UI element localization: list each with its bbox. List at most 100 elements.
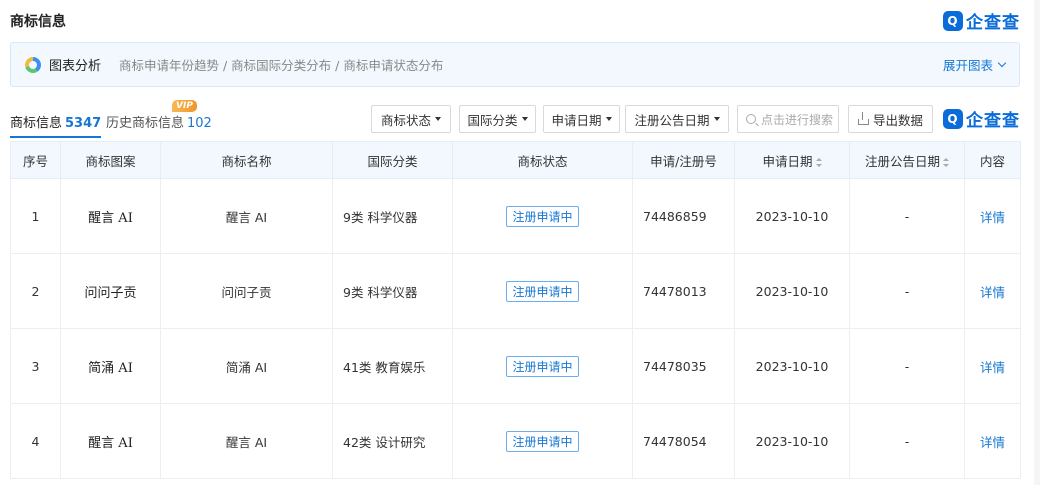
toolbar: 商标信息 5347 历史商标信息 102 VIP 商标状态 国际分类 申请日期 注册…: [10, 100, 1020, 138]
row-no: 3: [10, 328, 61, 404]
filter-international-class-label: 国际分类: [467, 112, 518, 128]
trademark-name: 问问子贡: [160, 253, 333, 329]
application-date: 2023-10-10: [734, 328, 850, 404]
status-badge: 注册申请中: [506, 205, 579, 227]
chevron-down-icon: [997, 58, 1007, 67]
column-header-image: 商标图案: [60, 141, 161, 179]
column-header-no: 序号: [10, 141, 61, 179]
detail-link[interactable]: 详情: [964, 253, 1021, 329]
table-row: 2 问问子贡 问问子贡 9类 科学仪器 注册申请中 74478013 2023-…: [10, 253, 1021, 329]
trademark-status-cell: 注册申请中: [452, 403, 633, 479]
sort-icon: [815, 157, 822, 167]
application-date: 2023-10-10: [734, 403, 850, 479]
filter-international-class[interactable]: 国际分类: [459, 105, 536, 133]
status-badge: 注册申请中: [506, 430, 579, 452]
chart-analysis-panel[interactable]: 图表分析 商标申请年份趋势 / 商标国际分类分布 / 商标申请状态分布 展开图表: [10, 42, 1020, 87]
trademark-status-cell: 注册申请中: [452, 328, 633, 404]
caret-down-icon: [435, 117, 441, 121]
trademark-name: 醒言 AI: [160, 403, 333, 479]
trademark-class: 9类 科学仪器: [332, 253, 453, 329]
pie-chart-icon: [25, 56, 41, 73]
trademark-class: 41类 教育娱乐: [332, 328, 453, 404]
filter-trademark-status[interactable]: 商标状态: [371, 105, 451, 133]
export-data-label: 导出数据: [872, 112, 923, 128]
application-date: 2023-10-10: [734, 178, 850, 254]
application-date: 2023-10-10: [734, 253, 850, 329]
tab-trademark-info[interactable]: 商标信息 5347: [10, 112, 102, 138]
table-row: 3 简涌 AI 简涌 AI 41类 教育娱乐 注册申请中 74478035 20…: [10, 328, 1021, 404]
table-header-row: 序号 商标图案 商标名称 国际分类 商标状态 申请/注册号 申请日期 注册公告日…: [10, 141, 1021, 179]
trademark-status-cell: 注册申请中: [452, 178, 633, 254]
column-header-reg-no: 申请/注册号: [632, 141, 735, 179]
column-header-class: 国际分类: [332, 141, 453, 179]
brand-mark-icon: Q: [943, 10, 963, 31]
section-header: 商标信息 Q 企查查: [10, 8, 1020, 34]
trademark-status-cell: 注册申请中: [452, 253, 633, 329]
notice-date: -: [849, 253, 965, 329]
expand-charts-label: 展开图表: [942, 58, 993, 73]
export-data-button[interactable]: 导出数据: [848, 105, 933, 133]
tab-history-trademark-info[interactable]: 历史商标信息 102: [106, 112, 212, 131]
caret-down-icon: [713, 117, 720, 121]
caret-down-icon: [521, 117, 528, 121]
brand-name: 企查查: [966, 13, 1020, 33]
column-header-name: 商标名称: [160, 141, 333, 179]
download-icon: [857, 111, 869, 125]
trademark-class: 9类 科学仪器: [332, 178, 453, 254]
tab-trademark-info-count: 5347: [65, 116, 102, 131]
trademark-image[interactable]: 简涌 AI: [60, 328, 161, 404]
status-badge: 注册申请中: [506, 280, 579, 302]
notice-date: -: [849, 403, 965, 479]
section-title: 商标信息: [10, 14, 66, 30]
expand-charts-button[interactable]: 展开图表: [942, 55, 1007, 74]
row-no: 1: [10, 178, 61, 254]
column-header-content: 内容: [964, 141, 1021, 179]
row-no: 4: [10, 403, 61, 479]
search-input[interactable]: 点击进行搜索: [737, 105, 839, 133]
caret-down-icon: [605, 117, 612, 121]
column-header-application-date[interactable]: 申请日期: [734, 141, 850, 179]
filter-notice-date[interactable]: 注册公告日期: [625, 105, 729, 133]
brand-mark-icon: Q: [943, 108, 963, 129]
page-scrollbar[interactable]: [1034, 0, 1040, 485]
registration-number: 74478035: [632, 328, 735, 404]
table-row: 4 醒言 AI 醒言 AI 42类 设计研究 注册申请中 74478054 20…: [10, 403, 1021, 479]
trademark-image[interactable]: 问问子贡: [60, 253, 161, 329]
status-badge: 注册申请中: [506, 355, 579, 377]
registration-number: 74478054: [632, 403, 735, 479]
brand-logo-secondary: Q 企查查: [943, 106, 1020, 131]
trademark-class: 42类 设计研究: [332, 403, 453, 479]
registration-number: 74478013: [632, 253, 735, 329]
registration-number: 74486859: [632, 178, 735, 254]
column-header-notice-date-label: 注册公告日期: [864, 153, 940, 169]
detail-link[interactable]: 详情: [964, 403, 1021, 479]
trademark-table: 序号 商标图案 商标名称 国际分类 商标状态 申请/注册号 申请日期 注册公告日…: [10, 141, 1021, 479]
search-icon: [746, 114, 756, 124]
table-row: 1 醒言 AI 醒言 AI 9类 科学仪器 注册申请中 74486859 202…: [10, 178, 1021, 254]
tab-trademark-info-label: 商标信息: [10, 116, 63, 131]
notice-date: -: [849, 178, 965, 254]
detail-link[interactable]: 详情: [964, 178, 1021, 254]
column-header-status: 商标状态: [452, 141, 633, 179]
trademark-image[interactable]: 醒言 AI: [60, 403, 161, 479]
chart-analysis-label: 图表分析: [49, 59, 102, 74]
notice-date: -: [849, 328, 965, 404]
sort-icon: [943, 157, 949, 167]
trademark-image[interactable]: 醒言 AI: [60, 178, 161, 254]
filter-trademark-status-label: 商标状态: [380, 112, 431, 128]
detail-link[interactable]: 详情: [964, 328, 1021, 404]
trademark-name: 简涌 AI: [160, 328, 333, 404]
column-header-application-date-label: 申请日期: [762, 153, 813, 169]
filter-application-date-label: 申请日期: [551, 112, 602, 128]
brand-name: 企查查: [966, 111, 1020, 131]
filter-application-date[interactable]: 申请日期: [543, 105, 620, 133]
chart-analysis-description: 商标申请年份趋势 / 商标国际分类分布 / 商标申请状态分布: [119, 58, 444, 73]
brand-logo: Q 企查查: [943, 8, 1020, 33]
filter-notice-date-label: 注册公告日期: [634, 112, 710, 128]
column-header-notice-date[interactable]: 注册公告日期: [849, 141, 965, 179]
tab-history-count: 102: [187, 116, 212, 131]
tab-history-label: 历史商标信息: [106, 116, 185, 131]
search-placeholder: 点击进行搜索: [761, 112, 834, 127]
trademark-name: 醒言 AI: [160, 178, 333, 254]
vip-badge: VIP: [172, 100, 197, 112]
